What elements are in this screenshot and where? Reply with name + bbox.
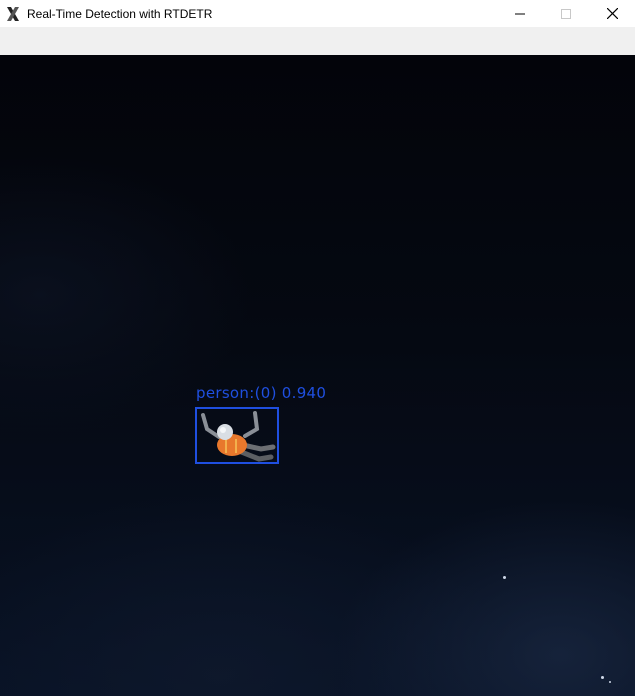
detection-bounding-box: [195, 407, 279, 464]
water-sparkle: [601, 676, 604, 679]
window-controls: [497, 0, 635, 27]
water-sparkle: [503, 576, 506, 579]
window-title: Real-Time Detection with RTDETR: [27, 6, 213, 21]
title-bar[interactable]: Real-Time Detection with RTDETR: [0, 0, 635, 27]
water-sparkle: [609, 681, 611, 683]
close-button[interactable]: [589, 0, 635, 27]
minimize-icon: [515, 13, 525, 14]
video-frame: person:(0) 0.940: [0, 55, 635, 696]
maximize-button[interactable]: [543, 0, 589, 27]
detection-label: person:(0) 0.940: [196, 384, 327, 402]
minimize-button[interactable]: [497, 0, 543, 27]
close-icon: [606, 8, 618, 19]
x-window-icon: [5, 6, 21, 22]
toolbar-strip: [0, 27, 635, 55]
maximize-icon: [561, 8, 571, 19]
skydiver-image: [201, 411, 276, 462]
